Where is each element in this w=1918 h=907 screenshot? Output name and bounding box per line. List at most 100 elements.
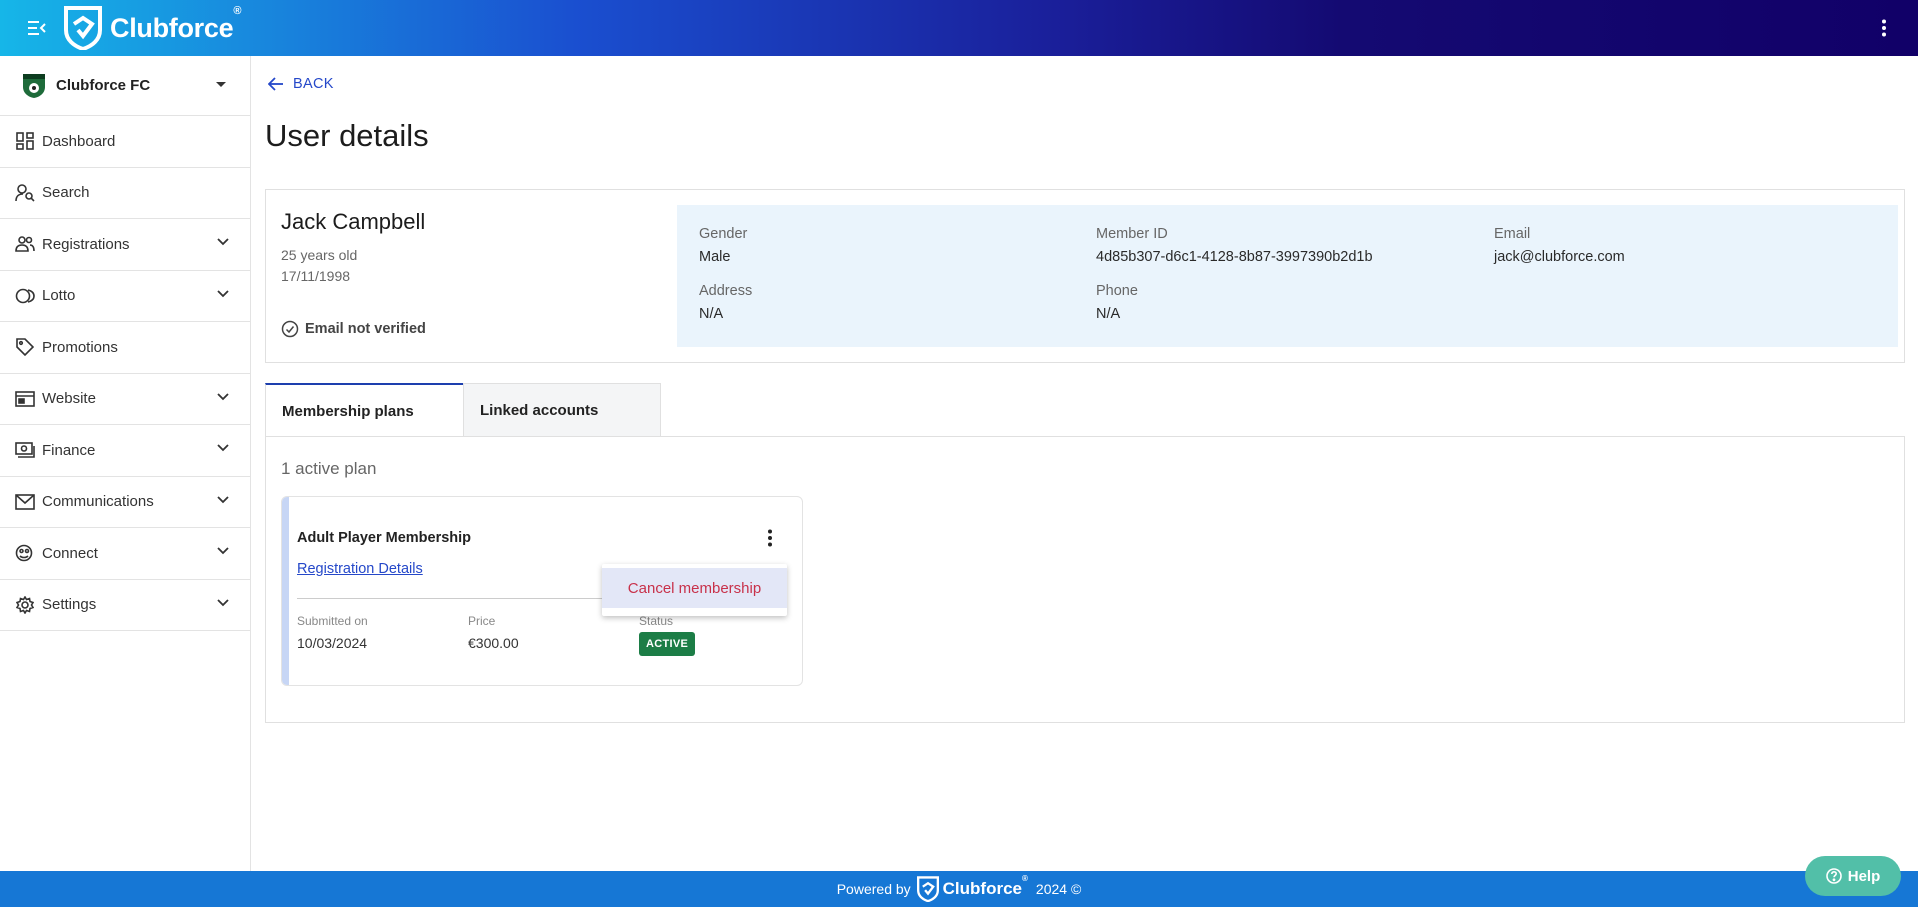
chevron-down-icon xyxy=(217,392,229,400)
price-value: €300.00 xyxy=(468,635,519,651)
footer-year: 2024 © xyxy=(1035,881,1082,897)
user-age: 25 years old xyxy=(281,247,358,263)
tag-icon xyxy=(15,337,35,357)
gender-label: Gender xyxy=(699,226,748,242)
help-button[interactable]: Help xyxy=(1805,856,1901,896)
gear-icon xyxy=(15,595,35,615)
more-options-icon[interactable] xyxy=(1872,14,1896,42)
help-icon xyxy=(1825,868,1842,884)
sidebar-item-label: Lotto xyxy=(42,287,76,305)
sidebar-item-label: Search xyxy=(42,184,90,202)
member-id-value: 4d85b307-d6c1-4128-8b87-3997390b2d1b xyxy=(1096,249,1373,265)
chevron-down-icon xyxy=(217,547,229,555)
dashboard-icon xyxy=(15,131,35,151)
website-icon xyxy=(15,389,35,409)
member-id-label: Member ID xyxy=(1096,226,1168,242)
active-plan-count: 1 active plan xyxy=(281,459,377,478)
address-value: N/A xyxy=(699,306,724,322)
sidebar-item-communications[interactable]: Communications xyxy=(0,477,250,528)
sidebar-item-label: Registrations xyxy=(42,235,130,253)
sidebar-item-settings[interactable]: Settings xyxy=(0,580,250,631)
user-summary-card: Jack Campbell 25 years old 17/11/1998 Em… xyxy=(265,189,1905,363)
sidebar-item-label: Dashboard xyxy=(42,132,116,150)
brand-logo[interactable]: Clubforce® xyxy=(64,4,242,50)
club-crest-icon xyxy=(23,73,45,98)
check-circle-icon xyxy=(281,320,299,338)
sidebar-item-website[interactable]: Website xyxy=(0,374,250,425)
club-name: Clubforce FC xyxy=(56,77,151,94)
cancel-membership-menu-item[interactable]: Cancel membership xyxy=(602,568,787,608)
email-value: jack@clubforce.com xyxy=(1494,249,1625,265)
sidebar-item-lotto[interactable]: Lotto xyxy=(0,271,250,322)
chevron-down-icon xyxy=(217,495,229,503)
email-label: Email xyxy=(1494,226,1531,242)
sidebar-item-finance[interactable]: Finance xyxy=(0,425,250,477)
sidebar-item-label: Communications xyxy=(42,493,154,511)
chevron-down-icon xyxy=(217,238,229,246)
phone-label: Phone xyxy=(1096,283,1138,299)
tab-membership-plans[interactable]: Membership plans xyxy=(265,383,463,437)
submitted-label: Submitted on xyxy=(297,614,368,628)
phone-value: N/A xyxy=(1096,306,1121,322)
plan-accent-bar xyxy=(282,497,289,685)
menu-collapse-icon[interactable] xyxy=(24,15,50,41)
sidebar-item-registrations[interactable]: Registrations xyxy=(0,219,250,271)
club-selector[interactable]: Clubforce FC xyxy=(0,56,250,116)
finance-icon xyxy=(15,440,35,460)
email-field: Email jack@clubforce.com xyxy=(1494,226,1625,265)
plan-name: Adult Player Membership xyxy=(297,530,472,546)
powered-by-label: Powered by xyxy=(836,881,911,897)
sidebar: Clubforce FC Dashboard Search Registrati… xyxy=(0,56,251,871)
caret-down-icon xyxy=(216,82,226,87)
membership-plans-panel: 1 active plan Adult Player Membership Re… xyxy=(265,436,1905,723)
sidebar-item-label: Website xyxy=(42,390,96,408)
email-status-label: Email not verified xyxy=(305,321,426,337)
user-name: Jack Campbell xyxy=(281,209,426,234)
status-label: Status xyxy=(639,614,674,628)
member-id-field: Member ID 4d85b307-d6c1-4128-8b87-399739… xyxy=(1096,226,1373,265)
mail-icon xyxy=(15,492,35,512)
people-icon xyxy=(15,234,35,254)
footer: Powered by Clubforce® 2024 © xyxy=(0,871,1918,907)
submitted-field: Submitted on 10/03/2024 xyxy=(297,614,368,651)
sidebar-item-connect[interactable]: Connect xyxy=(0,528,250,580)
plan-options-icon[interactable] xyxy=(757,525,783,551)
clubforce-shield-icon xyxy=(916,876,939,902)
clubforce-shield-icon xyxy=(64,6,102,50)
sidebar-item-label: Settings xyxy=(42,596,97,614)
registration-details-link[interactable]: Registration Details xyxy=(297,561,423,577)
address-field: Address N/A xyxy=(699,283,752,322)
sidebar-item-search[interactable]: Search xyxy=(0,168,250,219)
status-field: Status ACTIVE xyxy=(639,614,696,656)
connect-icon xyxy=(15,543,35,563)
status-badge: ACTIVE xyxy=(639,632,696,656)
back-label: BACK xyxy=(293,76,334,92)
plan-options-menu: Cancel membership xyxy=(602,564,787,616)
phone-field: Phone N/A xyxy=(1096,283,1138,322)
chevron-down-icon xyxy=(217,598,229,606)
help-label: Help xyxy=(1847,867,1881,885)
sidebar-item-promotions[interactable]: Promotions xyxy=(0,322,250,374)
submitted-value: 10/03/2024 xyxy=(297,635,368,651)
user-dob: 17/11/1998 xyxy=(281,268,351,284)
sidebar-item-label: Connect xyxy=(42,544,98,562)
footer-logo: Clubforce® xyxy=(916,874,1028,902)
back-button[interactable]: BACK xyxy=(268,76,334,92)
tab-bar: Membership plans Linked accounts xyxy=(265,383,661,437)
brand-name: Clubforce® xyxy=(110,4,242,43)
price-label: Price xyxy=(468,614,496,628)
gender-field: Gender Male xyxy=(699,226,747,265)
email-status: Email not verified xyxy=(281,320,426,338)
chevron-down-icon xyxy=(217,444,229,452)
sidebar-item-label: Finance xyxy=(42,441,96,459)
footer-brand: Clubforce® xyxy=(942,874,1028,898)
top-app-bar: Clubforce® xyxy=(0,0,1918,56)
sidebar-item-label: Promotions xyxy=(42,338,118,356)
address-label: Address xyxy=(699,283,753,299)
gender-value: Male xyxy=(699,249,731,265)
sidebar-item-dashboard[interactable]: Dashboard xyxy=(0,116,250,168)
lotto-icon xyxy=(15,286,35,306)
tab-linked-accounts[interactable]: Linked accounts xyxy=(463,383,661,437)
user-info-panel: Gender Male Member ID 4d85b307-d6c1-4128… xyxy=(677,205,1898,347)
person-search-icon xyxy=(15,183,35,203)
